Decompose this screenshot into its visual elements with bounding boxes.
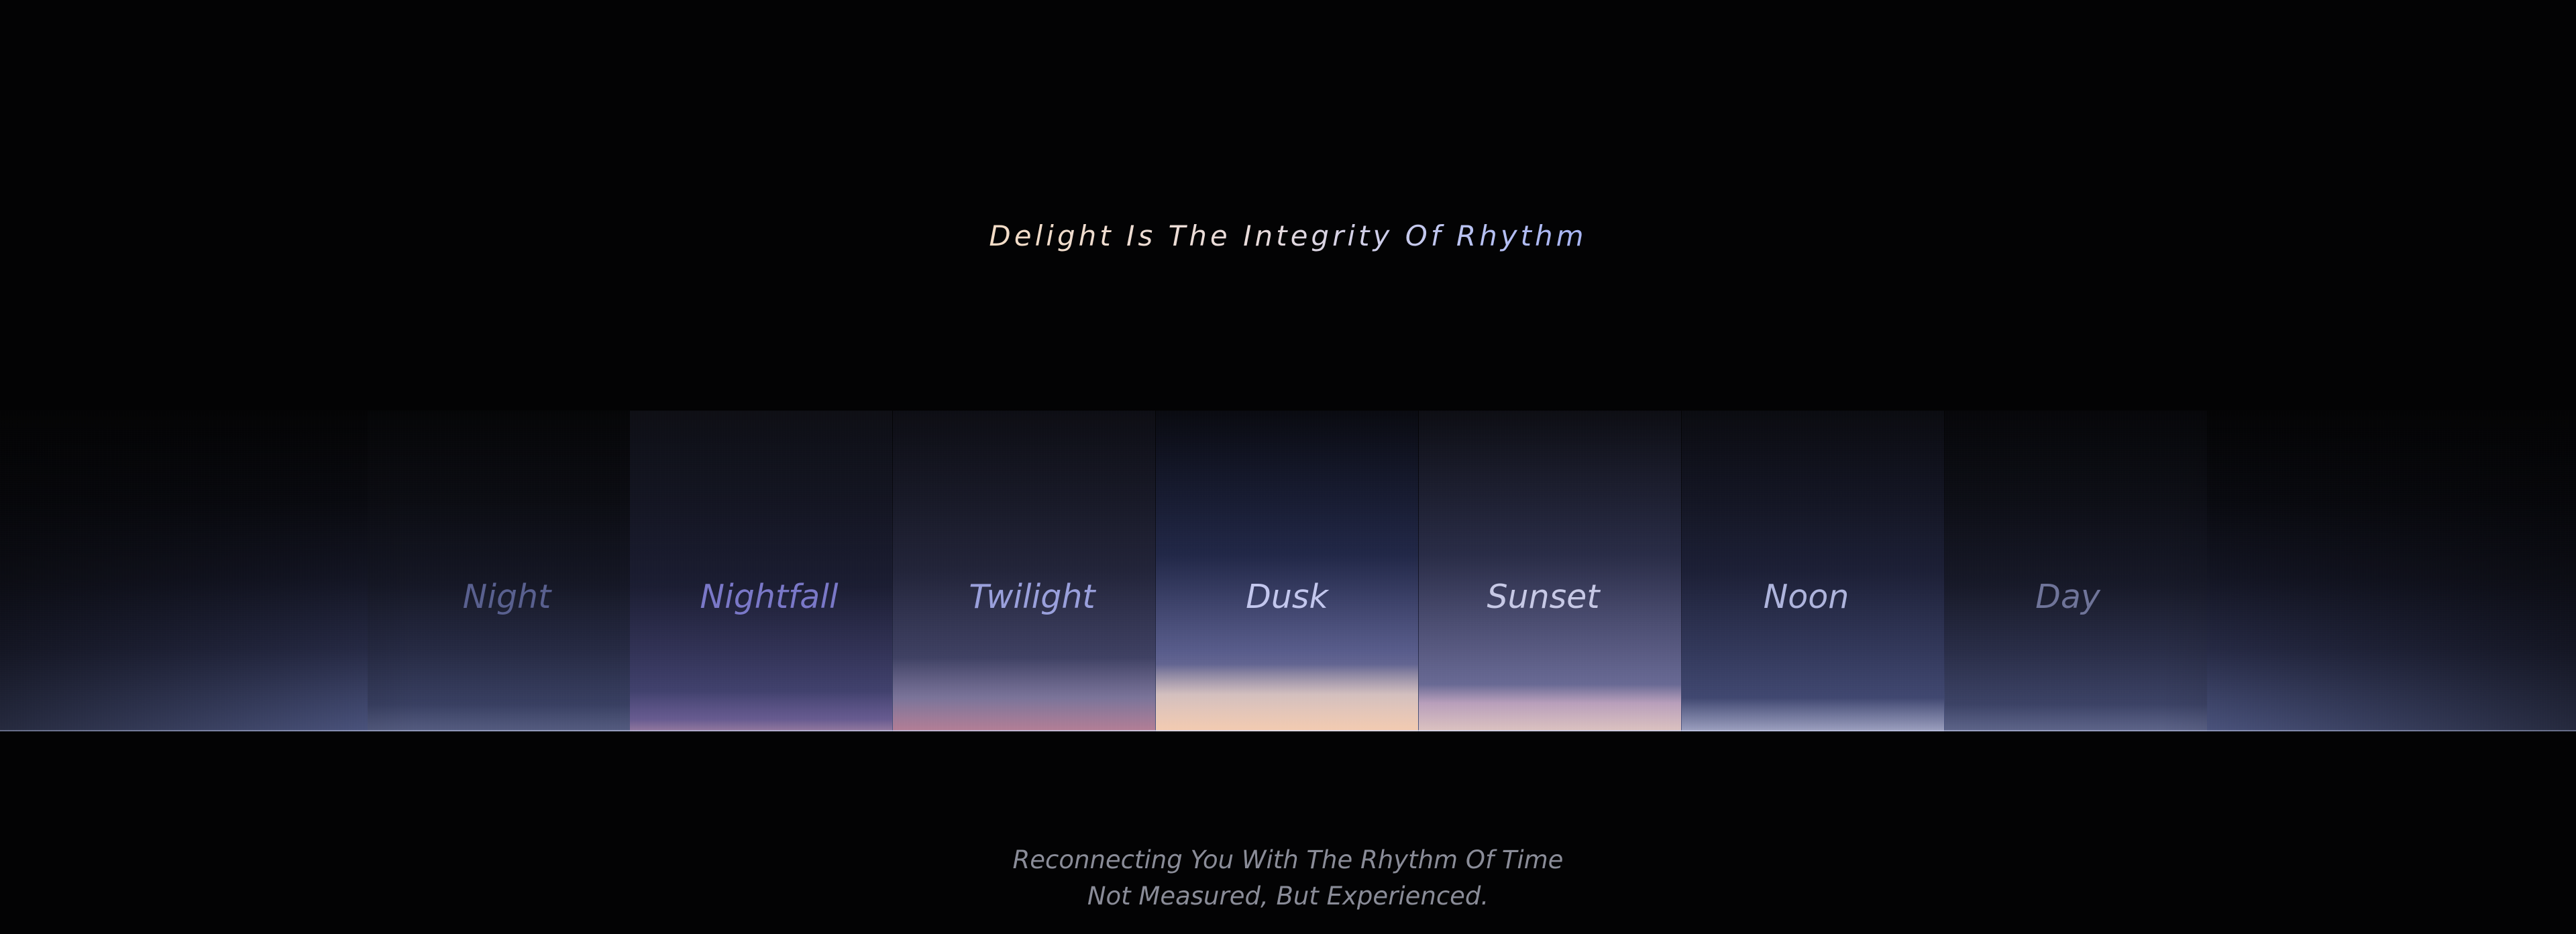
tagline-line-1: Reconnecting You With The Rhythm Of Time — [1012, 845, 1564, 874]
headline: Delight Is The Integrity Of Rhythm — [989, 216, 1587, 256]
headline-container: Delight Is The Integrity Of Rhythm — [0, 216, 2576, 256]
phase-label-twilight[interactable]: Twilight — [901, 577, 1163, 617]
horizon-band — [0, 411, 2576, 731]
horizon-line — [0, 730, 2576, 731]
panel-glow — [893, 658, 1155, 731]
phase-panel-twilight[interactable] — [893, 411, 1155, 731]
band-fade-right — [2160, 411, 2576, 731]
band-fade-left — [0, 411, 416, 731]
phase-label-sunset[interactable]: Sunset — [1412, 577, 1674, 617]
panel-glow — [1156, 664, 1418, 731]
phase-panel-dusk[interactable] — [1156, 411, 1418, 731]
phase-panel-noon[interactable] — [1682, 411, 1944, 731]
panel-glow — [630, 691, 892, 731]
phase-panel-sunset[interactable] — [1419, 411, 1681, 731]
page: Delight Is The Integrity Of Rhythm Night… — [0, 0, 2576, 934]
panel-glow — [1419, 684, 1681, 731]
phase-panel-nightfall[interactable] — [630, 411, 892, 731]
phase-label-night[interactable]: Night — [376, 577, 638, 617]
panel-glow — [1682, 698, 1944, 731]
phase-label-noon[interactable]: Noon — [1675, 577, 1937, 617]
tagline-line-2: Not Measured, But Experienced. — [1087, 882, 1489, 911]
phase-label-nightfall[interactable]: Nightfall — [638, 577, 900, 617]
phase-label-day[interactable]: Day — [1937, 577, 2199, 617]
phase-label-dusk[interactable]: Dusk — [1156, 577, 1418, 617]
